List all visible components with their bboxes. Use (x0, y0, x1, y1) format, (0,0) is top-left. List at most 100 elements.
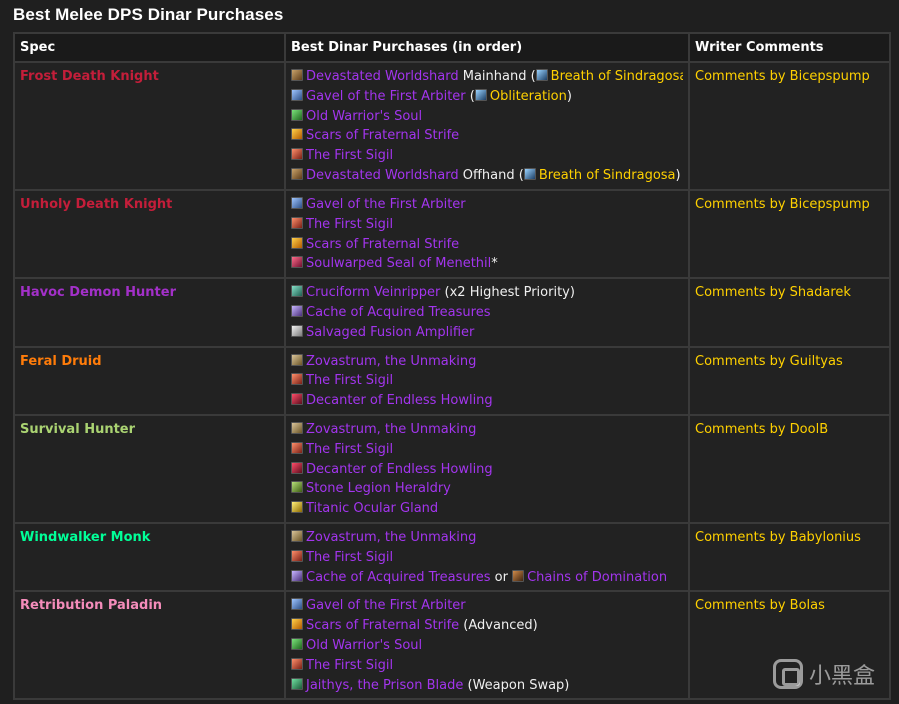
spec-cell[interactable]: Survival Hunter (13, 413, 286, 524)
spec-cell[interactable]: Havoc Demon Hunter (13, 277, 286, 348)
scars-icon[interactable] (291, 128, 303, 141)
vein-icon[interactable] (291, 285, 303, 298)
item-note: (x2 Highest Priority) (440, 285, 575, 301)
dinar-table: Spec Best Dinar Purchases (in order) Wri… (13, 32, 891, 701)
purchases-cell: Zovastrum, the Unmaking The First Sigil De… (284, 413, 690, 524)
comment-link[interactable]: Comments by Bicepspump (688, 188, 891, 280)
amplifier-icon[interactable] (291, 324, 303, 337)
item-link[interactable]: Chains of Domination (527, 570, 667, 585)
cache-icon[interactable] (291, 304, 303, 317)
purchase-line: Scars of Fraternal Strife (291, 126, 683, 146)
chains-icon[interactable] (512, 569, 525, 582)
soul-icon[interactable] (291, 637, 303, 650)
gavel-icon[interactable] (291, 88, 303, 101)
item-link[interactable]: Salvaged Fusion Amplifier (306, 325, 474, 340)
zovastrum-icon[interactable] (291, 421, 303, 434)
spec-cell[interactable]: Windwalker Monk (13, 521, 286, 593)
soul-icon[interactable] (291, 108, 303, 121)
item-link[interactable]: Titanic Ocular Gland (306, 501, 438, 516)
purchase-line: Soulwarped Seal of Menethil* (291, 254, 683, 274)
item-link[interactable]: The First Sigil (306, 442, 393, 457)
purchase-line: The First Sigil (291, 440, 683, 460)
spec-cell[interactable]: Unholy Death Knight (13, 188, 286, 280)
gavel-icon[interactable] (291, 197, 303, 209)
heraldry-icon[interactable] (291, 481, 303, 494)
item-link[interactable]: Soulwarped Seal of Menethil (306, 256, 491, 271)
purchase-line: The First Sigil (291, 656, 683, 676)
spec-cell[interactable]: Retribution Paladin (13, 590, 286, 701)
item-link[interactable]: Stone Legion Heraldry (306, 481, 451, 496)
item-link[interactable]: Old Warrior's Soul (306, 638, 422, 653)
item-link[interactable]: The First Sigil (306, 658, 393, 673)
talent-link[interactable]: Breath of Sindragosa (539, 168, 676, 183)
spec-cell[interactable]: Feral Druid (13, 345, 286, 416)
item-link[interactable]: Cruciform Veinripper (306, 285, 440, 300)
item-note: or (490, 569, 513, 585)
cache-icon[interactable] (291, 569, 303, 582)
table-row: Retribution Paladin Gavel of the First Ar… (13, 590, 891, 701)
purchase-line: The First Sigil (291, 215, 683, 235)
item-link[interactable]: Gavel of the First Arbiter (306, 598, 466, 613)
scars-icon[interactable] (291, 236, 303, 249)
jaithys-icon[interactable] (291, 677, 303, 690)
item-link[interactable]: The First Sigil (306, 550, 393, 565)
item-link[interactable]: Decanter of Endless Howling (306, 393, 493, 408)
talent-link[interactable]: Obliteration (490, 89, 567, 104)
item-link[interactable]: Scars of Fraternal Strife (306, 618, 459, 633)
item-link[interactable]: Cache of Acquired Treasures (306, 570, 490, 585)
item-link[interactable]: Zovastrum, the Unmaking (306, 354, 476, 369)
seal-icon[interactable] (291, 256, 303, 269)
item-link[interactable]: Old Warrior's Soul (306, 109, 422, 124)
item-link[interactable]: The First Sigil (306, 217, 393, 232)
comment-link[interactable]: Comments by Guiltyas (688, 345, 891, 416)
item-link[interactable]: Zovastrum, the Unmaking (306, 422, 476, 437)
sigil-icon[interactable] (291, 657, 303, 670)
spec-cell[interactable]: Frost Death Knight (13, 61, 286, 191)
sigil-icon[interactable] (291, 549, 303, 562)
item-link[interactable]: The First Sigil (306, 148, 393, 163)
gavel-icon[interactable] (291, 598, 303, 611)
comment-link[interactable]: Comments by Shadarek (688, 277, 891, 348)
gland-icon[interactable] (291, 501, 303, 514)
zovastrum-icon[interactable] (291, 529, 303, 542)
item-link[interactable]: Gavel of the First Arbiter (306, 197, 466, 212)
item-link[interactable]: Scars of Fraternal Strife (306, 237, 459, 252)
item-link[interactable]: Devastated Worldshard (306, 69, 459, 84)
item-link[interactable]: Scars of Fraternal Strife (306, 128, 459, 143)
item-link[interactable]: Cache of Acquired Treasures (306, 305, 490, 320)
item-link[interactable]: Decanter of Endless Howling (306, 462, 493, 477)
sigil-icon[interactable] (291, 373, 303, 386)
table-row: Frost Death Knight Devastated Worldshard … (13, 61, 891, 191)
sword-icon[interactable] (291, 167, 303, 180)
scars-icon[interactable] (291, 618, 303, 631)
item-link[interactable]: Jaithys, the Prison Blade (306, 678, 463, 693)
purchase-line: Old Warrior's Soul (291, 636, 683, 656)
item-link[interactable]: Zovastrum, the Unmaking (306, 530, 476, 545)
spell-icon[interactable] (474, 88, 487, 101)
item-link[interactable]: The First Sigil (306, 373, 393, 388)
zovastrum-icon[interactable] (291, 353, 303, 366)
table-row: Feral Druid Zovastrum, the Unmaking The Fi… (13, 345, 891, 416)
comment-link[interactable]: Comments by Bicepspump (688, 61, 891, 191)
decanter-icon[interactable] (291, 393, 303, 406)
sword-icon[interactable] (291, 69, 303, 81)
header-spec: Spec (13, 32, 286, 63)
xiaoheihe-logo-icon (772, 659, 803, 689)
comment-link[interactable]: Comments by Babylonius (688, 521, 891, 593)
table-row: Survival Hunter Zovastrum, the Unmaking Th… (13, 413, 891, 524)
talent-link[interactable]: Breath of Sindragosa (551, 69, 683, 84)
purchase-line: Gavel of the First Arbiter (Obliteration… (291, 87, 683, 107)
purchase-line: The First Sigil (291, 146, 683, 166)
sigil-icon[interactable] (291, 216, 303, 229)
table-row: Windwalker Monk Zovastrum, the Unmaking Th… (13, 521, 891, 593)
decanter-icon[interactable] (291, 461, 303, 474)
spell-icon[interactable] (535, 69, 548, 81)
item-link[interactable]: Gavel of the First Arbiter (306, 89, 466, 104)
page-title: Best Melee DPS Dinar Purchases (13, 5, 284, 24)
spell-icon[interactable] (523, 167, 536, 180)
purchases-cell: Cruciform Veinripper (x2 Highest Priorit… (284, 277, 690, 348)
sigil-icon[interactable] (291, 441, 303, 454)
sigil-icon[interactable] (291, 148, 303, 161)
item-link[interactable]: Devastated Worldshard (306, 168, 459, 183)
comment-link[interactable]: Comments by DoolB (688, 413, 891, 524)
